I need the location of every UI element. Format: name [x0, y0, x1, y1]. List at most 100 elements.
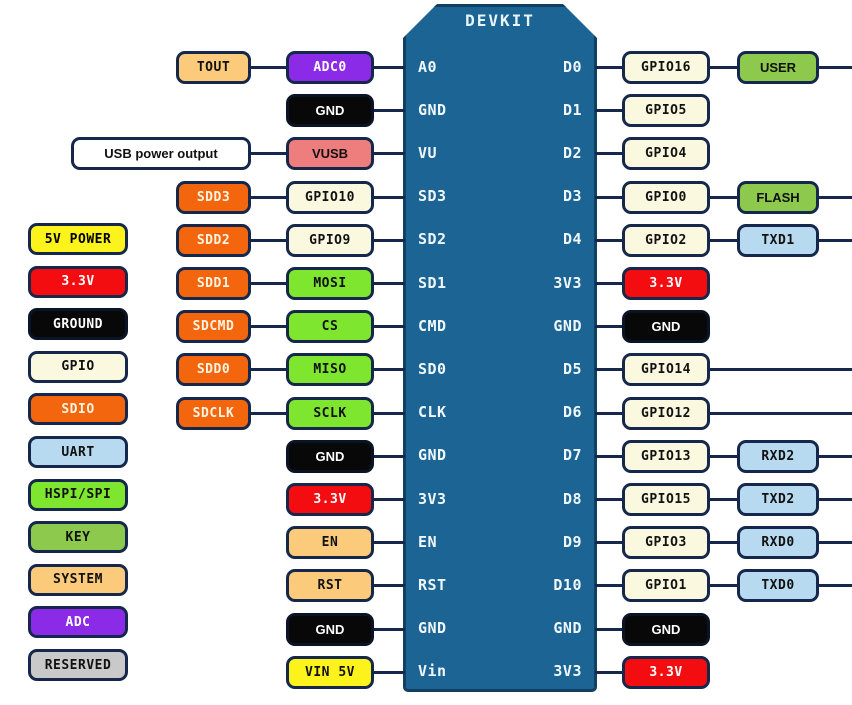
box-label: CS — [321, 319, 339, 335]
connector-line — [595, 368, 624, 372]
pin-box-left-gnd: GND — [286, 439, 374, 473]
legend-item-hspi-spi: HSPI/SPI — [28, 478, 128, 511]
connector-line — [251, 411, 288, 415]
box-label: USER — [759, 60, 797, 75]
box-label: SDCLK — [192, 405, 235, 421]
connector-line — [374, 584, 405, 588]
box-label: VIN 5V — [305, 664, 355, 680]
legend-item-key: KEY — [28, 521, 128, 554]
connector-line — [710, 195, 739, 199]
board-pin-left-3v3: 3V3 — [418, 489, 447, 508]
legend-item-adc: ADC — [28, 606, 128, 639]
connector-line — [710, 411, 852, 415]
pin-box-left-mosi: MOSI — [286, 267, 374, 300]
connector-line — [374, 627, 405, 631]
connector-line — [251, 238, 288, 242]
board-pin-left-gnd: GND — [418, 100, 447, 119]
pin-box-left-outer-sdclk: SDCLK — [176, 396, 251, 430]
connector-line — [374, 325, 405, 329]
pin-box-left-outer-sdd2: SDD2 — [176, 223, 251, 257]
connector-line — [710, 584, 739, 588]
pin-box-left-outer-sdcmd: SDCMD — [176, 310, 251, 344]
connector-line — [710, 498, 739, 501]
pin-box-right-gnd: GND — [622, 612, 710, 646]
connector-line — [819, 195, 852, 199]
board-pin-right-gnd: GND — [553, 619, 582, 638]
pin-box-left-outer-sdd1: SDD1 — [176, 267, 251, 300]
connector-line — [595, 66, 624, 69]
box-label: GPIO2 — [645, 232, 687, 248]
box-label: GPIO — [61, 359, 95, 375]
legend-item-ground: GROUND — [28, 308, 128, 341]
board-pin-right-d5: D5 — [562, 359, 582, 378]
connector-line — [595, 670, 624, 674]
box-label: TXD0 — [761, 578, 795, 594]
connector-line — [819, 238, 852, 242]
pin-box-right-gpio14: GPIO14 — [622, 353, 710, 387]
box-label: 5V POWER — [44, 231, 112, 247]
pin-box-left-vusb: VUSB — [286, 137, 374, 171]
connector-line — [251, 195, 288, 199]
connector-line — [374, 282, 405, 285]
box-label: GPIO13 — [641, 448, 691, 464]
pin-box-left-miso: MISO — [286, 353, 374, 387]
box-label: GPIO5 — [645, 103, 687, 119]
pin-box-right-gpio3: GPIO3 — [622, 526, 710, 560]
pin-box-right-gpio15: GPIO15 — [622, 483, 710, 516]
board-pin-left-vu: VU — [418, 143, 438, 162]
box-label: SDD0 — [196, 362, 231, 378]
connector-line — [710, 238, 739, 242]
pin-box-right-gpio16: GPIO16 — [622, 51, 710, 84]
connector-line — [595, 498, 624, 501]
pin-box-right-gnd: GND — [622, 310, 710, 344]
box-label: UART — [61, 444, 95, 460]
legend-item-3-3v: 3.3V — [28, 265, 128, 298]
legend-item-sdio: SDIO — [28, 393, 128, 426]
pin-box-right-gpio4: GPIO4 — [622, 137, 710, 171]
connector-line — [374, 411, 405, 415]
connector-line — [595, 152, 624, 156]
board-pin-left-sd2: SD2 — [418, 230, 447, 249]
pin-box-left-outer-sdd0: SDD0 — [176, 353, 251, 387]
box-label: HSPI/SPI — [44, 487, 112, 503]
connector-line — [710, 66, 739, 69]
connector-line — [710, 541, 739, 545]
box-label: GND — [315, 448, 345, 464]
box-label: SDIO — [61, 401, 95, 417]
connector-line — [251, 66, 288, 69]
box-label: GPIO1 — [645, 578, 687, 594]
connector-line — [819, 66, 852, 69]
pin-box-left-outer-sdd3: SDD3 — [176, 180, 251, 214]
board-pin-right-d10: D10 — [553, 575, 582, 594]
connector-line — [595, 454, 624, 458]
board-pin-left-clk: CLK — [418, 403, 447, 422]
box-label: RESERVED — [44, 657, 112, 673]
board-pin-right-d9: D9 — [562, 532, 582, 551]
pin-box-left-adc0: ADC0 — [286, 51, 374, 84]
connector-line — [374, 238, 405, 242]
connector-line — [374, 152, 405, 156]
legend-item-reserved: RESERVED — [28, 649, 128, 681]
box-label: GPIO12 — [641, 405, 691, 421]
connector-line — [251, 368, 288, 372]
box-label: TXD1 — [761, 232, 795, 248]
box-label: GPIO9 — [309, 232, 351, 248]
box-label: GPIO3 — [645, 535, 687, 551]
pin-box-right-gpio12: GPIO12 — [622, 396, 710, 430]
box-label: SDD2 — [196, 232, 231, 248]
board-pin-left-sd3: SD3 — [418, 187, 447, 206]
pin-box-right-gpio1: GPIO1 — [622, 569, 710, 603]
connector-line — [374, 109, 405, 113]
pin-box-right-3-3v: 3.3V — [622, 655, 710, 689]
board-pin-right-d6: D6 — [562, 403, 582, 422]
connector-line — [819, 541, 852, 545]
pin-box-left-gpio10: GPIO10 — [286, 180, 374, 214]
pin-box-right-outer-txd1: TXD1 — [737, 223, 819, 257]
box-label: GND — [651, 319, 681, 335]
connector-line — [595, 195, 624, 199]
connector-line — [374, 670, 405, 674]
pin-box-left-en: EN — [286, 526, 374, 560]
box-label: 3.3V — [313, 492, 347, 507]
connector-line — [819, 584, 852, 588]
legend-item-system: SYSTEM — [28, 563, 128, 596]
